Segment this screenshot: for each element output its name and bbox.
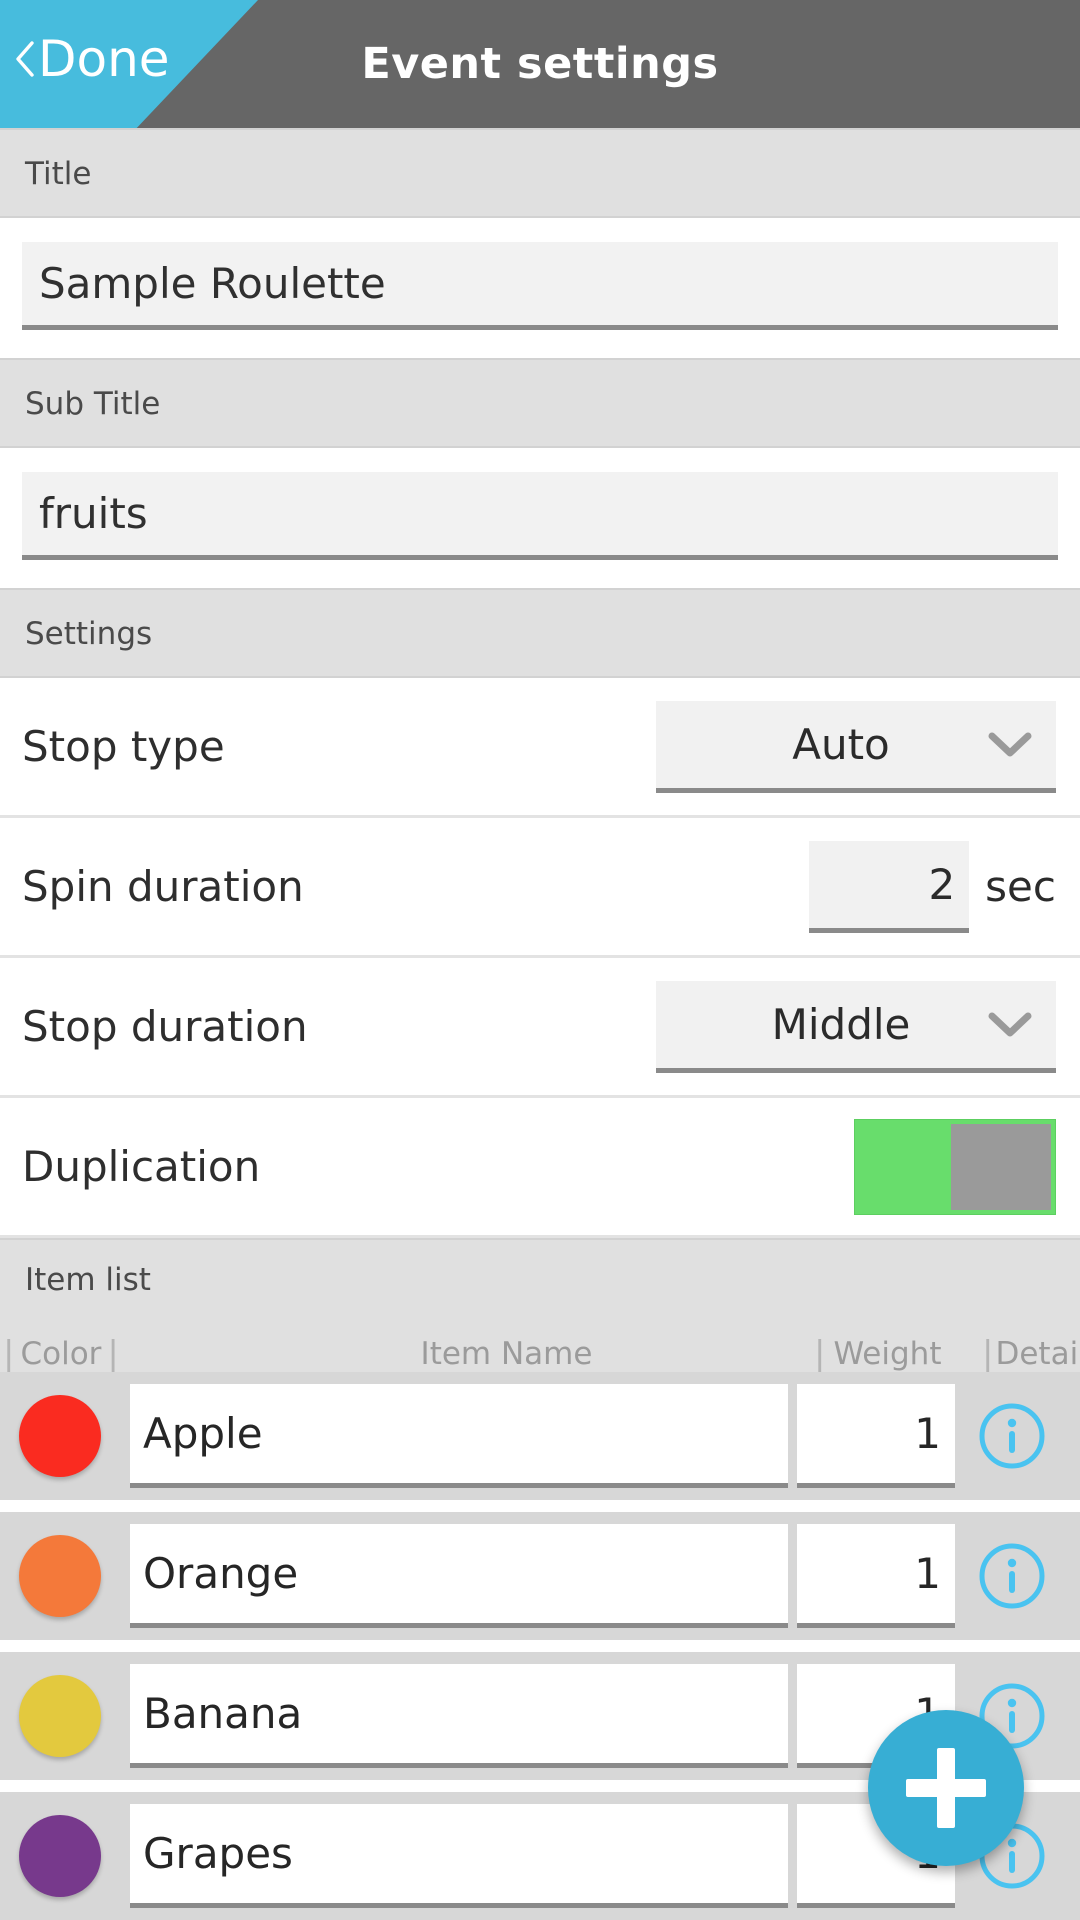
column-separator: | <box>3 1334 15 1374</box>
app-header: Event settings Done <box>0 0 1080 128</box>
sub-title-field-block: fruits <box>0 448 1080 588</box>
spin-duration-unit: sec <box>985 862 1056 911</box>
title-input[interactable]: Sample Roulette <box>22 242 1058 330</box>
column-header-weight: Weight <box>833 1336 942 1372</box>
column-header-detail-wrap: | Detail <box>982 1336 1080 1372</box>
section-header-title: Title <box>0 128 1080 218</box>
color-swatch[interactable] <box>19 1675 101 1757</box>
stop-type-dropdown[interactable]: Auto <box>656 700 1056 793</box>
stop-duration-dropdown[interactable]: Middle <box>656 980 1056 1073</box>
section-header-sub-title: Sub Title <box>0 358 1080 448</box>
column-separator: | <box>814 1334 826 1374</box>
column-header-weight-wrap: | Weight <box>814 1336 982 1372</box>
column-header-item-name: Item Name <box>420 1336 593 1372</box>
color-swatch[interactable] <box>19 1535 101 1617</box>
item-name-input[interactable]: Grapes <box>130 1804 788 1908</box>
event-settings-screen: Event settings Done Title Sample Roulett… <box>0 0 1080 1920</box>
setting-row-stop-duration: Stop duration Middle <box>0 958 1080 1098</box>
chevron-down-icon <box>986 729 1034 759</box>
sub-title-input[interactable]: fruits <box>22 472 1058 560</box>
item-name-input[interactable]: Banana <box>130 1664 788 1768</box>
duplication-toggle-knob <box>951 1123 1051 1210</box>
title-field-block: Sample Roulette <box>0 218 1080 358</box>
table-row: Orange 1 <box>0 1512 1080 1652</box>
chevron-left-icon <box>14 40 36 78</box>
setting-row-spin-duration: Spin duration 2 sec <box>0 818 1080 958</box>
setting-control-stop-type: Auto <box>656 678 1056 815</box>
color-swatch[interactable] <box>19 1395 101 1477</box>
section-header-settings: Settings <box>0 588 1080 678</box>
setting-control-duplication <box>854 1098 1056 1235</box>
color-swatch[interactable] <box>19 1815 101 1897</box>
setting-row-duplication: Duplication <box>0 1098 1080 1238</box>
setting-control-spin-duration: 2 sec <box>809 818 1056 955</box>
item-weight-input[interactable]: 1 <box>797 1524 955 1628</box>
column-separator: | <box>107 1334 119 1374</box>
setting-label-stop-type: Stop type <box>22 722 225 771</box>
done-button-label: Done <box>38 30 170 88</box>
stop-duration-value: Middle <box>771 999 911 1049</box>
item-name-input[interactable]: Apple <box>130 1384 788 1488</box>
done-button[interactable]: Done <box>14 30 170 88</box>
info-icon[interactable] <box>977 1401 1047 1471</box>
setting-row-stop-type: Stop type Auto <box>0 678 1080 818</box>
column-separator: | <box>982 1334 994 1374</box>
plus-icon <box>868 1710 1024 1866</box>
column-header-detail: Detail <box>995 1336 1080 1372</box>
duplication-toggle[interactable] <box>854 1118 1056 1215</box>
column-header-color-wrap: | Color | <box>0 1336 199 1372</box>
stop-type-value: Auto <box>792 719 890 769</box>
setting-label-stop-duration: Stop duration <box>22 1002 308 1051</box>
item-list-column-headers: | Color | Item Name | Weight | Detail <box>0 1298 1080 1372</box>
item-name-input[interactable]: Orange <box>130 1524 788 1628</box>
setting-label-duplication: Duplication <box>22 1142 261 1191</box>
chevron-down-icon <box>986 1009 1034 1039</box>
spin-duration-input[interactable]: 2 <box>809 840 970 933</box>
item-weight-input[interactable]: 1 <box>797 1384 955 1488</box>
column-header-color: Color <box>20 1336 102 1372</box>
setting-label-spin-duration: Spin duration <box>22 862 304 911</box>
section-header-item-list: Item list <box>25 1262 151 1298</box>
item-list-header: Item list | Color | Item Name | Weight |… <box>0 1238 1080 1372</box>
setting-control-stop-duration: Middle <box>656 958 1056 1095</box>
info-icon[interactable] <box>977 1541 1047 1611</box>
add-item-fab[interactable] <box>868 1710 1024 1866</box>
table-row: Apple 1 <box>0 1372 1080 1512</box>
